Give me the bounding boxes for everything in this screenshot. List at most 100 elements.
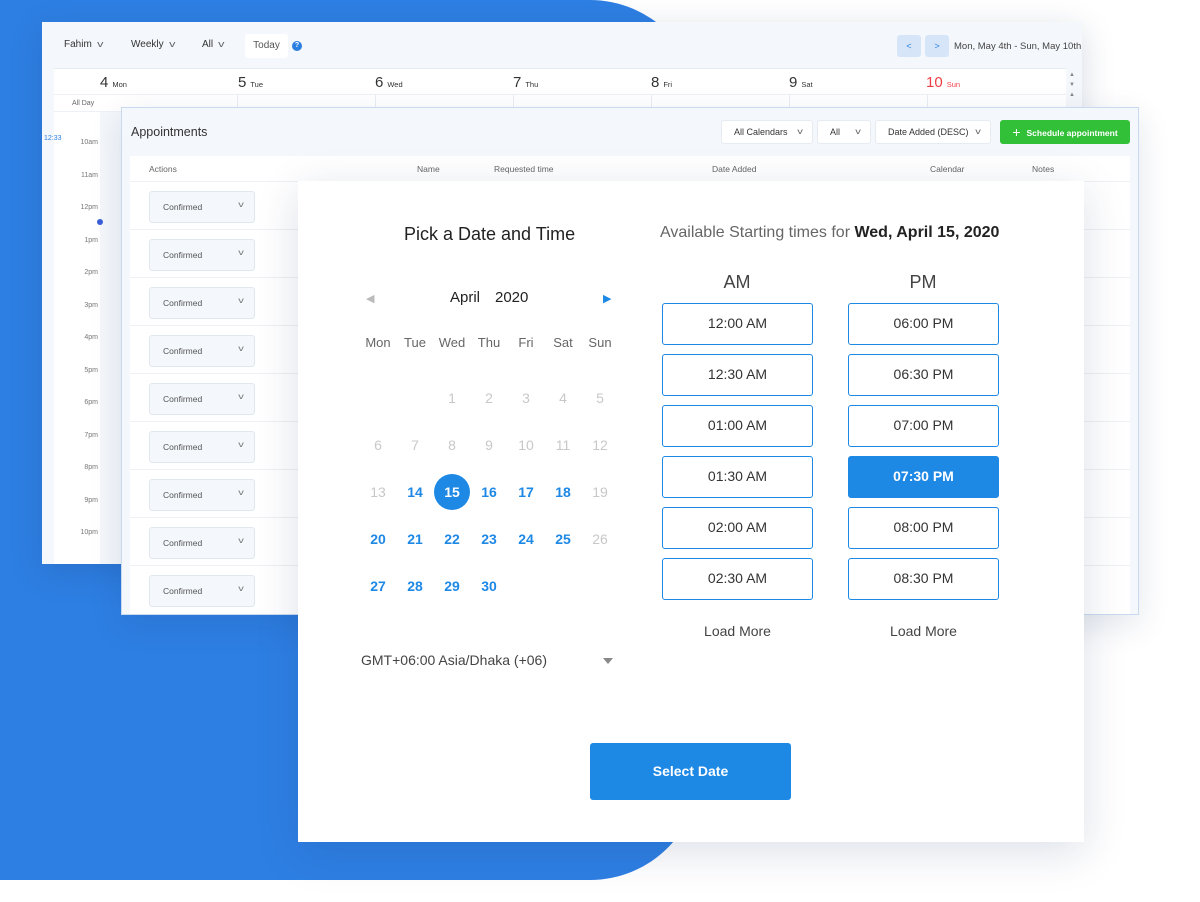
calendar-day[interactable]: 30 <box>471 568 507 604</box>
status-value: Confirmed <box>163 298 203 308</box>
chevron-down-icon: v <box>238 392 244 401</box>
calendar-day[interactable]: 28 <box>397 568 433 604</box>
filter-dropdown[interactable]: All v <box>202 39 225 50</box>
status-select[interactable]: Confirmed v <box>149 479 255 511</box>
calendar-day: 10 <box>518 437 534 453</box>
day-name: Sun <box>946 80 961 89</box>
day-number: 9 <box>789 74 798 91</box>
calendar-day: 5 <box>596 390 604 406</box>
time-label: 2pm <box>84 269 98 276</box>
time-label: 12pm <box>80 204 98 211</box>
status-filter-dropdown[interactable]: All v <box>817 120 871 144</box>
time-slot[interactable]: 07:00 PM <box>848 405 999 447</box>
weekday-label: Thu <box>477 335 501 350</box>
column-header-calendar[interactable]: Calendar <box>930 164 965 174</box>
column-header-requested-time[interactable]: Requested time <box>494 164 554 174</box>
column-header-date-added[interactable]: Date Added <box>712 164 756 174</box>
day-name: Sat <box>801 80 813 89</box>
help-icon[interactable]: ? <box>292 41 302 51</box>
day-header-wed[interactable]: 6 Wed <box>375 74 403 91</box>
day-header-sat[interactable]: 9 Sat <box>789 74 813 91</box>
calendar-day[interactable]: 14 <box>397 474 433 510</box>
time-label: 3pm <box>84 302 98 309</box>
load-more-pm-button[interactable]: Load More <box>848 623 999 639</box>
calendar-day[interactable]: 24 <box>508 521 544 557</box>
chevron-down-icon: v <box>797 127 803 136</box>
calendar-day[interactable]: 25 <box>545 521 581 557</box>
calendar-day[interactable]: 27 <box>360 568 396 604</box>
chevron-down-icon: v <box>238 488 244 497</box>
next-month-icon[interactable]: ▶ <box>603 292 611 305</box>
am-heading: AM <box>723 272 751 292</box>
column-header-notes[interactable]: Notes <box>1032 164 1054 174</box>
load-more-am-button[interactable]: Load More <box>662 623 813 639</box>
calendar-day[interactable]: 29 <box>434 568 470 604</box>
time-slot[interactable]: 02:30 AM <box>662 558 813 600</box>
picker-title: Pick a Date and Time <box>404 224 576 244</box>
all-day-label: All Day <box>72 100 95 107</box>
day-header-thu[interactable]: 7 Thu <box>513 74 538 91</box>
status-select[interactable]: Confirmed v <box>149 527 255 559</box>
day-name: Tue <box>250 80 263 89</box>
schedule-appointment-button[interactable]: + Schedule appointment <box>1000 120 1130 144</box>
time-label: 9pm <box>84 497 98 504</box>
time-slot[interactable]: 12:00 AM <box>662 303 813 345</box>
status-select[interactable]: Confirmed v <box>149 431 255 463</box>
timezone-select[interactable]: GMT+06:00 Asia/Dhaka (+06) <box>361 652 547 668</box>
time-slot[interactable]: 06:00 PM <box>848 303 999 345</box>
calendars-filter-label: All Calendars <box>734 127 788 137</box>
time-label: 11am <box>81 172 98 179</box>
time-slot-selected[interactable]: 07:30 PM <box>848 456 999 498</box>
status-select[interactable]: Confirmed v <box>149 575 255 607</box>
next-week-button[interactable]: > <box>925 35 949 57</box>
plus-icon: + <box>1012 124 1021 140</box>
time-slot[interactable]: 01:30 AM <box>662 456 813 498</box>
day-header-fri[interactable]: 8 Fri <box>651 74 672 91</box>
calendar-day[interactable]: 22 <box>434 521 470 557</box>
time-slot[interactable]: 01:00 AM <box>662 405 813 447</box>
calendar-day[interactable]: 20 <box>360 521 396 557</box>
today-button[interactable]: Today <box>245 34 288 58</box>
prev-month-icon[interactable]: ◀ <box>366 292 374 305</box>
time-slot[interactable]: 08:30 PM <box>848 558 999 600</box>
day-number: 4 <box>100 74 109 91</box>
caret-down-icon[interactable] <box>603 658 613 664</box>
day-header-sun[interactable]: 10 Sun <box>926 74 960 91</box>
weekday-label: Tue <box>404 335 426 350</box>
user-dropdown-label: Fahim <box>64 39 92 50</box>
time-slot[interactable]: 12:30 AM <box>662 354 813 396</box>
calendar-day[interactable]: 21 <box>397 521 433 557</box>
day-name: Wed <box>387 80 403 89</box>
column-header-name[interactable]: Name <box>417 164 440 174</box>
day-header-tue[interactable]: 5 Tue <box>238 74 263 91</box>
date-range: Mon, May 4th - Sun, May 10th <box>954 41 1082 52</box>
user-dropdown[interactable]: Fahim v <box>64 39 103 50</box>
calendar-day[interactable]: 16 <box>471 474 507 510</box>
calendars-filter-dropdown[interactable]: All Calendars v <box>721 120 813 144</box>
day-number: 6 <box>375 74 384 91</box>
status-select[interactable]: Confirmed v <box>149 383 255 415</box>
calendar-day[interactable]: 18 <box>545 474 581 510</box>
time-slot[interactable]: 08:00 PM <box>848 507 999 549</box>
calendar-day: 4 <box>559 390 567 406</box>
select-date-button[interactable]: Select Date <box>590 743 791 800</box>
calendar-day[interactable]: 23 <box>471 521 507 557</box>
day-name: Mon <box>112 80 127 89</box>
view-dropdown[interactable]: Weekly v <box>131 39 175 50</box>
status-select[interactable]: Confirmed v <box>149 335 255 367</box>
status-select[interactable]: Confirmed v <box>149 239 255 271</box>
sort-dropdown[interactable]: Date Added (DESC) v <box>875 120 991 144</box>
day-header-mon[interactable]: 4 Mon <box>100 74 127 91</box>
day-number: 7 <box>513 74 522 91</box>
available-times-prefix: Available Starting times for <box>660 224 851 241</box>
calendar-day[interactable]: 17 <box>508 474 544 510</box>
selected-day[interactable]: 15 <box>434 474 470 510</box>
time-slot[interactable]: 06:30 PM <box>848 354 999 396</box>
status-select[interactable]: Confirmed v <box>149 287 255 319</box>
column-header-actions[interactable]: Actions <box>149 164 177 174</box>
prev-week-button[interactable]: < <box>897 35 921 57</box>
time-slot[interactable]: 02:00 AM <box>662 507 813 549</box>
status-select[interactable]: Confirmed v <box>149 191 255 223</box>
day-number: 5 <box>238 74 247 91</box>
calendar-scrollbar[interactable]: ▲ ▼ ▲ <box>1066 70 1078 100</box>
